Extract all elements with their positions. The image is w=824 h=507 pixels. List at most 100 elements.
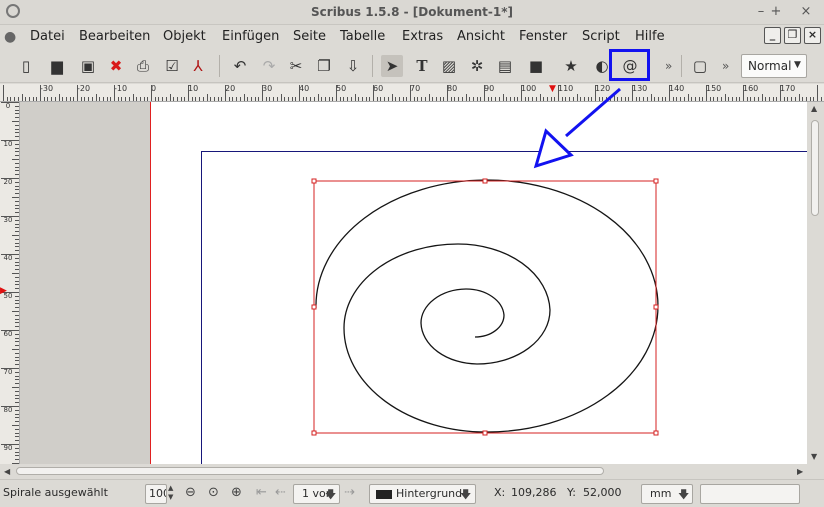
ruler-tick — [15, 193, 19, 195]
ruler-tick — [62, 97, 64, 101]
preflight-check-icon[interactable]: ☑ — [161, 55, 183, 77]
frame-toggle-icon[interactable]: ▢ — [689, 55, 711, 77]
first-page-icon[interactable]: ⇤ — [256, 485, 267, 500]
scroll-right-icon[interactable]: ▶ — [797, 467, 803, 476]
vertical-ruler[interactable]: 0 10 20 30 40 50 60 70 80 90 ▶ — [0, 102, 20, 464]
ruler-cursor-marker-icon: ▶ — [0, 286, 7, 296]
save-icon[interactable]: ▣ — [77, 55, 99, 77]
ruler-tick — [332, 97, 334, 101]
menu-hilfe[interactable]: Hilfe — [635, 29, 665, 44]
scroll-left-icon[interactable]: ◀ — [4, 467, 10, 476]
ruler-tick — [15, 238, 19, 240]
ruler-tick — [413, 97, 415, 101]
print-icon[interactable]: ⎙ — [132, 55, 154, 77]
ruler-tick — [698, 97, 700, 101]
ruler-tick — [1, 368, 19, 369]
next-page-icon[interactable]: ⇢ — [344, 485, 355, 500]
paste-icon[interactable]: ⇩ — [342, 55, 364, 77]
menu-seite[interactable]: Seite — [293, 29, 326, 44]
ruler-label: 90 — [484, 84, 495, 93]
horizontal-ruler[interactable]: -30 -20 -10 0 10 20 30 40 50 60 70 80 90… — [0, 84, 824, 102]
ruler-tick — [12, 159, 19, 160]
copy-icon[interactable]: ❐ — [313, 55, 335, 77]
table-icon[interactable]: ▤ — [494, 55, 516, 77]
selection-handle[interactable] — [311, 178, 317, 184]
ruler-tick — [202, 97, 204, 101]
ruler-tick — [15, 128, 19, 130]
menu-tabelle[interactable]: Tabelle — [340, 29, 385, 44]
ruler-tick — [12, 311, 19, 312]
image-frame-icon[interactable]: ▨ — [438, 55, 460, 77]
ruler-tick — [472, 97, 474, 101]
redo-icon[interactable]: ↷ — [258, 55, 280, 77]
doc-minimize-icon[interactable]: _ — [764, 27, 781, 44]
spiral-shape[interactable] — [315, 179, 659, 433]
ruler-tick — [439, 97, 441, 101]
ruler-tick — [15, 200, 19, 202]
ruler-tick — [102, 97, 104, 101]
ruler-label: 20 — [225, 84, 236, 93]
ruler-tick — [465, 94, 467, 101]
zoom-stepper-icon[interactable]: ▲ ▼ — [168, 484, 173, 502]
select-tool-icon[interactable]: ➤ — [381, 55, 403, 77]
selection-handle[interactable] — [311, 304, 317, 310]
scroll-down-icon[interactable]: ▼ — [811, 452, 817, 461]
selection-handle[interactable] — [653, 178, 659, 184]
menu-datei[interactable]: Datei — [30, 29, 65, 44]
polygon-icon[interactable]: ★ — [560, 55, 582, 77]
scroll-up-icon[interactable]: ▲ — [811, 104, 817, 113]
doc-close-icon[interactable]: × — [804, 27, 821, 44]
ruler-tick — [77, 85, 78, 101]
ruler-tick — [339, 97, 341, 101]
menu-fenster[interactable]: Fenster — [519, 29, 567, 44]
ruler-tick — [25, 97, 27, 101]
menu-ansicht[interactable]: Ansicht — [457, 29, 505, 44]
vertical-scroll-thumb[interactable] — [811, 120, 819, 216]
toolbar-overflow-icon[interactable]: » — [665, 59, 672, 73]
menu-bar: ● Datei Bearbeiten Objekt Einfügen Seite… — [0, 25, 824, 49]
zoom-out-icon[interactable]: ⊖ — [185, 485, 196, 500]
text-frame-icon[interactable]: T — [411, 55, 433, 77]
menu-bearbeiten[interactable]: Bearbeiten — [79, 29, 150, 44]
close-document-icon[interactable]: ✖ — [105, 55, 127, 77]
menu-extras[interactable]: Extras — [402, 29, 443, 44]
render-frame-icon[interactable]: ✲ — [466, 55, 488, 77]
selection-handle[interactable] — [653, 304, 659, 310]
selection-handle[interactable] — [482, 430, 488, 436]
document-canvas[interactable] — [20, 102, 808, 464]
horizontal-scrollbar[interactable]: ◀ ▶ — [0, 464, 824, 479]
ruler-tick — [250, 97, 252, 101]
undo-icon[interactable]: ↶ — [229, 55, 251, 77]
new-document-icon[interactable]: ▯ — [15, 55, 37, 77]
zoom-reset-icon[interactable]: ⊙ — [208, 485, 219, 500]
ruler-tick — [498, 97, 500, 101]
previous-page-icon[interactable]: ⇠ — [275, 485, 286, 500]
zoom-field[interactable]: 100 — [145, 484, 167, 504]
ruler-tick — [15, 390, 19, 392]
vertical-scrollbar[interactable]: ▲ ▼ — [807, 102, 824, 464]
selection-handle[interactable] — [482, 178, 488, 184]
ruler-tick — [410, 85, 411, 101]
ruler-tick — [598, 97, 600, 101]
horizontal-scroll-thumb[interactable] — [16, 467, 604, 475]
cut-icon[interactable]: ✂ — [285, 55, 307, 77]
menu-script[interactable]: Script — [582, 29, 620, 44]
menu-objekt[interactable]: Objekt — [163, 29, 206, 44]
open-document-icon[interactable]: ▆ — [46, 55, 68, 77]
ruler-tick — [450, 97, 452, 101]
selection-handle[interactable] — [653, 430, 659, 436]
ruler-tick — [12, 121, 19, 122]
menu-einfuegen[interactable]: Einfügen — [222, 29, 279, 44]
toolbar-overflow-icon[interactable]: » — [722, 59, 729, 73]
export-pdf-icon[interactable]: ⅄ — [187, 55, 209, 77]
maximize-button[interactable]: + — [767, 3, 785, 21]
ruler-tick — [15, 299, 19, 301]
close-window-button[interactable]: × — [797, 3, 815, 21]
selection-handle[interactable] — [311, 430, 317, 436]
doc-restore-icon[interactable]: ❐ — [784, 27, 801, 44]
shape-icon[interactable]: ■ — [525, 55, 547, 77]
ruler-tick — [15, 447, 19, 449]
zoom-in-icon[interactable]: ⊕ — [231, 485, 242, 500]
mode-select[interactable]: Normal ▼ — [741, 54, 807, 78]
ruler-tick — [484, 85, 485, 101]
